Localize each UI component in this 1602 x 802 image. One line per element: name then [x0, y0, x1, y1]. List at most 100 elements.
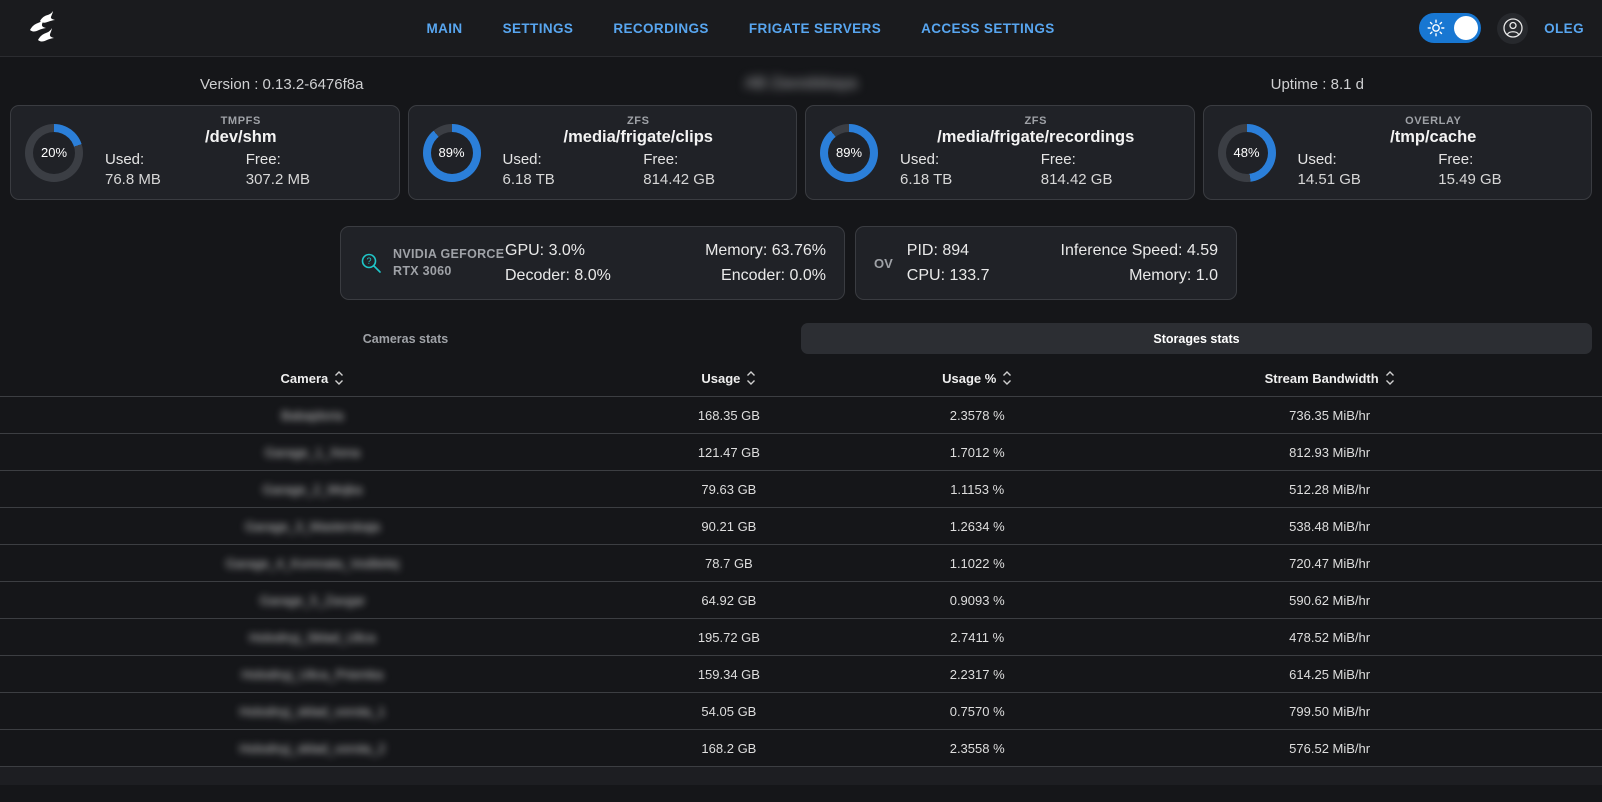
free-label: Free: — [1041, 150, 1172, 170]
nav-item-main[interactable]: MAIN — [426, 21, 462, 36]
free-label: Free: — [643, 150, 774, 170]
gpu-name: NVIDIA GEFORCE RTX 3060 — [393, 246, 505, 280]
frigate-logo-icon[interactable] — [18, 6, 62, 50]
usage-pct-cell: 2.3558 % — [833, 730, 1121, 766]
table-row: Garage_5_Zavgar 64.92 GB 0.9093 % 590.62… — [0, 582, 1602, 619]
server-name-blurred: AB Zavodskaya — [534, 75, 1068, 93]
camera-name-blurred: Garage_2_Mojka — [0, 471, 625, 507]
used-value: 6.18 TB — [900, 170, 1031, 190]
gpu-memory: Memory: 63.76% — [705, 238, 826, 263]
bandwidth-cell: 590.62 MiB/hr — [1121, 582, 1538, 618]
fs-type-label: OVERLAY — [1290, 115, 1578, 127]
sort-icon — [334, 370, 344, 386]
table-row: Holodnyj_sklad_vorota_2 168.2 GB 2.3558 … — [0, 730, 1602, 767]
version-label: Version : 0.13.2-6476f8a — [0, 76, 534, 93]
usage-cell: 64.92 GB — [625, 582, 833, 618]
table-row: Garage_3_Masterskaja 90.21 GB 1.2634 % 5… — [0, 508, 1602, 545]
process-stats-row: ? NVIDIA GEFORCE RTX 3060 GPU: 3.0% Deco… — [0, 226, 1602, 300]
detector-label: OV — [874, 256, 893, 271]
fs-type-label: TMPFS — [97, 115, 385, 127]
sun-icon — [1427, 19, 1445, 37]
usage-pct-cell: 1.7012 % — [833, 434, 1121, 470]
storage-cards-row: 20% TMPFS /dev/shm Used: Free: 76.8 MB 3… — [0, 105, 1602, 200]
table-row: Garage_2_Mojka 79.63 GB 1.1153 % 512.28 … — [0, 471, 1602, 508]
next-row-partial — [0, 767, 1602, 785]
mount-path: /dev/shm — [97, 128, 385, 147]
usage-pct-cell: 1.1022 % — [833, 545, 1121, 581]
nav-item-access-settings[interactable]: ACCESS SETTINGS — [921, 21, 1055, 36]
top-navbar: MAIN SETTINGS RECORDINGS FRIGATE SERVERS… — [0, 0, 1602, 57]
usage-percent-label: 89% — [431, 132, 473, 174]
user-avatar[interactable] — [1497, 13, 1528, 44]
storages-stats-table: Camera Usage Usage % Stream Bandwidth Ba… — [0, 360, 1602, 785]
bandwidth-cell: 478.52 MiB/hr — [1121, 619, 1538, 655]
bandwidth-cell: 614.25 MiB/hr — [1121, 656, 1538, 692]
nav-right-controls: OLEG — [1419, 13, 1584, 44]
detector-cpu: CPU: 133.7 — [907, 263, 990, 288]
fs-type-label: ZFS — [495, 115, 783, 127]
used-label: Used: — [105, 150, 236, 170]
theme-toggle[interactable] — [1419, 13, 1481, 43]
nav-item-settings[interactable]: SETTINGS — [503, 21, 574, 36]
storage-card-recordings: 89% ZFS /media/frigate/recordings Used: … — [805, 105, 1195, 200]
table-row: Holodnyj_Sklad_Ulica 195.72 GB 2.7411 % … — [0, 619, 1602, 656]
usage-cell: 79.63 GB — [625, 471, 833, 507]
camera-name-blurred: Garage_1_Xena — [0, 434, 625, 470]
gpu-encoder: Encoder: 0.0% — [705, 263, 826, 288]
camera-name-blurred: Garage_4_Komnata_Voditelej — [0, 545, 625, 581]
usage-pct-cell: 1.2634 % — [833, 508, 1121, 544]
info-bar: Version : 0.13.2-6476f8a AB Zavodskaya U… — [0, 57, 1602, 105]
usage-cell: 78.7 GB — [625, 545, 833, 581]
mount-path: /media/frigate/recordings — [892, 128, 1180, 147]
nav-item-recordings[interactable]: RECORDINGS — [613, 21, 709, 36]
usage-cell: 159.34 GB — [625, 656, 833, 692]
usage-percent-label: 89% — [828, 132, 870, 174]
used-label: Used: — [503, 150, 634, 170]
tab-storages-stats[interactable]: Storages stats — [801, 323, 1592, 354]
usage-donut: 89% — [820, 124, 878, 182]
detector-card: OV PID: 894 CPU: 133.7 Inference Speed: … — [855, 226, 1237, 300]
table-row: Babajdoria 168.35 GB 2.3578 % 736.35 MiB… — [0, 397, 1602, 434]
usage-pct-cell: 2.3578 % — [833, 397, 1121, 433]
table-row: Garage_1_Xena 121.47 GB 1.7012 % 812.93 … — [0, 434, 1602, 471]
detector-inference-speed: Inference Speed: 4.59 — [1061, 238, 1218, 263]
camera-name-blurred: Garage_5_Zavgar — [0, 582, 625, 618]
usage-cell: 168.35 GB — [625, 397, 833, 433]
used-value: 76.8 MB — [105, 170, 236, 190]
bandwidth-cell: 799.50 MiB/hr — [1121, 693, 1538, 729]
gpu-usage: GPU: 3.0% — [505, 238, 611, 263]
svg-text:?: ? — [366, 256, 371, 266]
used-value: 6.18 TB — [503, 170, 634, 190]
sort-icon — [746, 370, 756, 386]
bandwidth-cell: 736.35 MiB/hr — [1121, 397, 1538, 433]
gpu-decoder: Decoder: 8.0% — [505, 263, 611, 288]
sort-icon — [1002, 370, 1012, 386]
camera-name-blurred: Holodnyj_sklad_vorota_2 — [0, 730, 625, 766]
mount-path: /media/frigate/clips — [495, 128, 783, 147]
nav-item-frigate-servers[interactable]: FRIGATE SERVERS — [749, 21, 881, 36]
column-header-bandwidth[interactable]: Stream Bandwidth — [1121, 360, 1538, 396]
usage-pct-cell: 1.1153 % — [833, 471, 1121, 507]
used-value: 14.51 GB — [1298, 170, 1429, 190]
camera-name-blurred: Holodnyj_Sklad_Ulica — [0, 619, 625, 655]
usage-cell: 121.47 GB — [625, 434, 833, 470]
table-header: Camera Usage Usage % Stream Bandwidth — [0, 360, 1602, 397]
column-header-camera[interactable]: Camera — [0, 360, 625, 396]
gpu-search-icon: ? — [359, 251, 383, 275]
bandwidth-cell: 812.93 MiB/hr — [1121, 434, 1538, 470]
column-header-usage-pct[interactable]: Usage % — [833, 360, 1121, 396]
tab-cameras-stats[interactable]: Cameras stats — [10, 323, 801, 354]
stats-tabs: Cameras stats Storages stats — [10, 323, 1592, 354]
camera-name-blurred: Garage_3_Masterskaja — [0, 508, 625, 544]
camera-name-blurred: Holodnyj_sklad_vorota_1 — [0, 693, 625, 729]
column-header-usage[interactable]: Usage — [625, 360, 833, 396]
usage-cell: 195.72 GB — [625, 619, 833, 655]
bandwidth-cell: 512.28 MiB/hr — [1121, 471, 1538, 507]
usage-pct-cell: 2.2317 % — [833, 656, 1121, 692]
username-label[interactable]: OLEG — [1544, 21, 1584, 36]
bandwidth-cell: 576.52 MiB/hr — [1121, 730, 1538, 766]
camera-name-blurred: Babajdoria — [0, 397, 625, 433]
usage-cell: 168.2 GB — [625, 730, 833, 766]
storage-card-tmp-cache: 48% OVERLAY /tmp/cache Used: Free: 14.51… — [1203, 105, 1593, 200]
nav-links: MAIN SETTINGS RECORDINGS FRIGATE SERVERS… — [426, 21, 1054, 36]
